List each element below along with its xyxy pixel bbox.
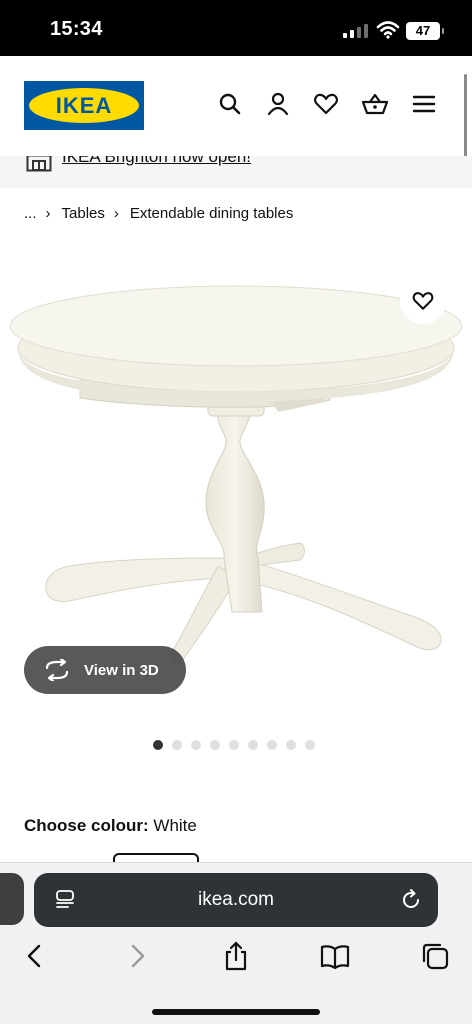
view-in-3d-label: View in 3D <box>84 661 159 679</box>
url-text: ikea.com <box>197 889 275 910</box>
heart-icon <box>412 292 434 310</box>
carousel-dot[interactable] <box>210 740 220 750</box>
breadcrumb: ... › Tables › Extendable dining tables <box>24 203 293 223</box>
basket-icon[interactable] <box>361 90 389 118</box>
colour-label: Choose colour: <box>24 816 149 835</box>
carousel-dot[interactable] <box>305 740 315 750</box>
breadcrumb-ellipsis[interactable]: ... <box>24 205 37 222</box>
browser-toolbar: ikea.com <box>0 862 472 1024</box>
breadcrumb-item-extendable-dining-tables[interactable]: Extendable dining tables <box>130 205 293 222</box>
colour-value: White <box>153 816 197 835</box>
carousel-dot[interactable] <box>172 740 182 750</box>
share-icon[interactable] <box>221 941 251 971</box>
store-banner[interactable]: IKEA Brighton now open! <box>0 156 472 188</box>
banner-link[interactable]: IKEA Brighton now open! <box>62 156 251 167</box>
wifi-icon <box>376 21 400 39</box>
carousel-dot[interactable] <box>191 740 201 750</box>
chevron-right-icon: › <box>45 204 51 222</box>
ikea-logo[interactable]: IKEA <box>24 81 144 130</box>
home-indicator <box>152 1009 320 1015</box>
carousel-dot[interactable] <box>267 740 277 750</box>
bookmarks-icon[interactable] <box>320 941 350 971</box>
reload-icon[interactable] <box>399 888 423 912</box>
status-time: 15:34 <box>50 18 103 40</box>
carousel-dot[interactable] <box>286 740 296 750</box>
tabs-icon[interactable] <box>420 941 450 971</box>
image-carousel-dots <box>153 740 315 750</box>
forward-icon[interactable] <box>122 941 152 971</box>
breadcrumb-item-tables[interactable]: Tables <box>62 205 105 222</box>
site-header: IKEA <box>0 56 472 156</box>
menu-icon[interactable] <box>410 90 438 118</box>
chevron-right-icon: › <box>113 204 119 222</box>
back-icon[interactable] <box>20 941 50 971</box>
cellular-signal-icon <box>343 24 368 38</box>
favourites-icon[interactable] <box>312 90 340 118</box>
previous-tab-preview[interactable] <box>0 873 24 925</box>
colour-chooser-heading: Choose colour: White <box>24 816 197 836</box>
status-bar: 15:34 47 <box>0 0 472 56</box>
rotate-3d-icon <box>45 659 69 681</box>
carousel-dot[interactable] <box>229 740 239 750</box>
logo-text: IKEA <box>55 93 113 118</box>
account-icon[interactable] <box>264 90 292 118</box>
search-icon[interactable] <box>216 90 244 118</box>
view-in-3d-button[interactable]: View in 3D <box>24 646 186 694</box>
add-to-favourites-button[interactable] <box>400 278 446 324</box>
address-bar[interactable]: ikea.com <box>34 873 438 927</box>
scroll-indicator <box>464 74 467 158</box>
carousel-dot[interactable] <box>153 740 163 750</box>
battery-icon: 47 <box>406 22 444 40</box>
store-icon <box>26 156 52 172</box>
carousel-dot[interactable] <box>248 740 258 750</box>
